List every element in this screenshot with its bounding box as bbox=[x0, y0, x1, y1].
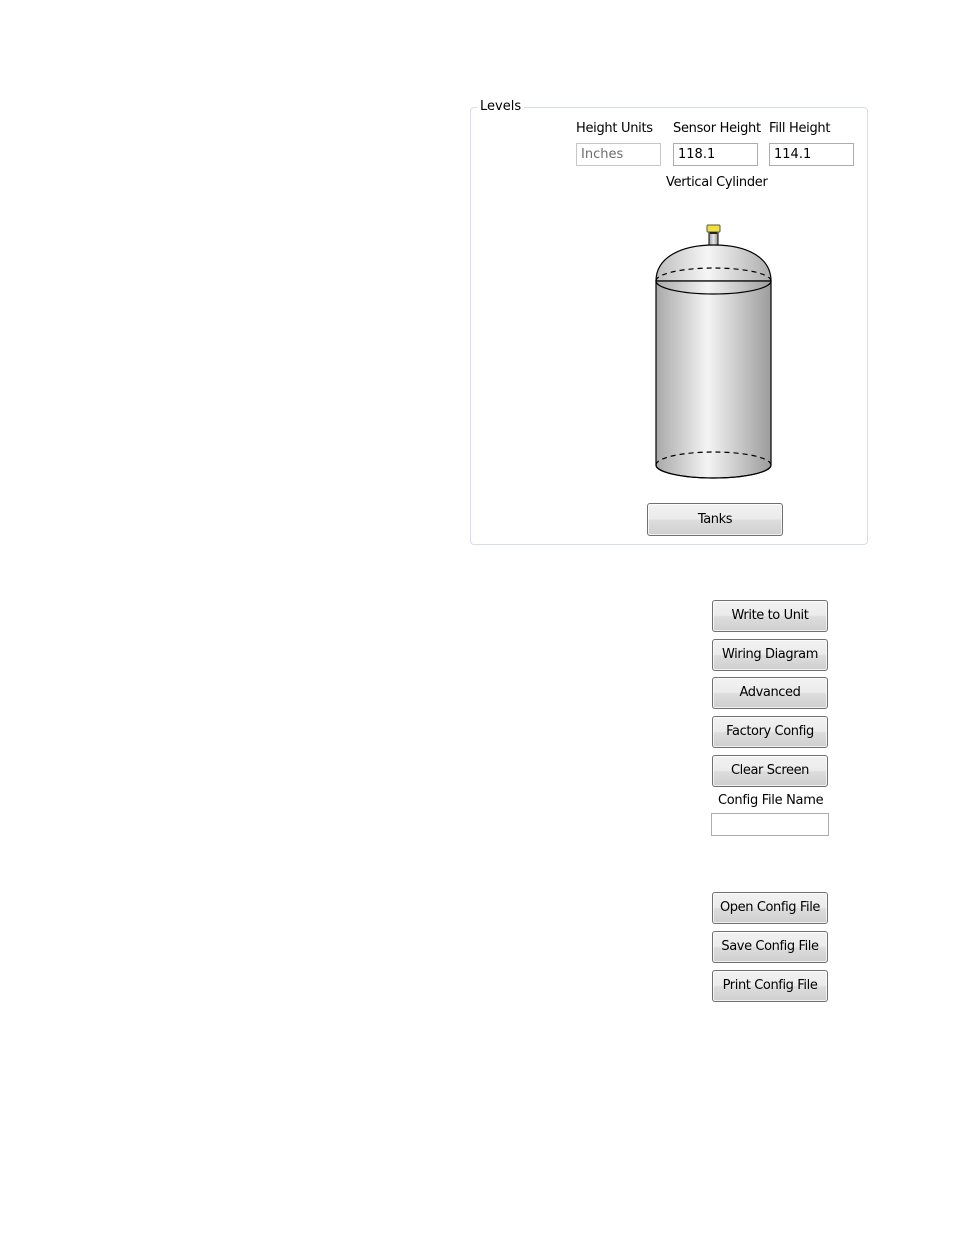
config-file-name-label: Config File Name bbox=[718, 793, 824, 808]
tank-diagram bbox=[655, 224, 772, 479]
factory-config-button[interactable]: Factory Config bbox=[712, 716, 828, 748]
sensor-height-field[interactable] bbox=[673, 143, 758, 166]
print-config-file-button[interactable]: Print Config File bbox=[712, 970, 828, 1002]
fill-height-label: Fill Height bbox=[769, 121, 831, 136]
level-sensor-icon bbox=[706, 224, 721, 247]
fill-height-field[interactable] bbox=[769, 143, 854, 166]
tanks-button[interactable]: Tanks bbox=[647, 503, 783, 536]
save-config-file-button[interactable]: Save Config File bbox=[712, 931, 828, 963]
config-file-name-field[interactable] bbox=[711, 813, 829, 836]
height-units-field[interactable] bbox=[576, 143, 661, 166]
clear-screen-button[interactable]: Clear Screen bbox=[712, 755, 828, 787]
advanced-button[interactable]: Advanced bbox=[712, 677, 828, 709]
write-to-unit-button[interactable]: Write to Unit bbox=[712, 600, 828, 632]
levels-group-title: Levels bbox=[477, 98, 525, 115]
height-units-label: Height Units bbox=[576, 121, 653, 136]
open-config-file-button[interactable]: Open Config File bbox=[712, 892, 828, 924]
wiring-diagram-button[interactable]: Wiring Diagram bbox=[712, 639, 828, 671]
sensor-height-label: Sensor Height bbox=[673, 121, 761, 136]
vertical-cylinder-tank-icon bbox=[655, 244, 772, 479]
tank-type-label: Vertical Cylinder bbox=[666, 175, 768, 190]
